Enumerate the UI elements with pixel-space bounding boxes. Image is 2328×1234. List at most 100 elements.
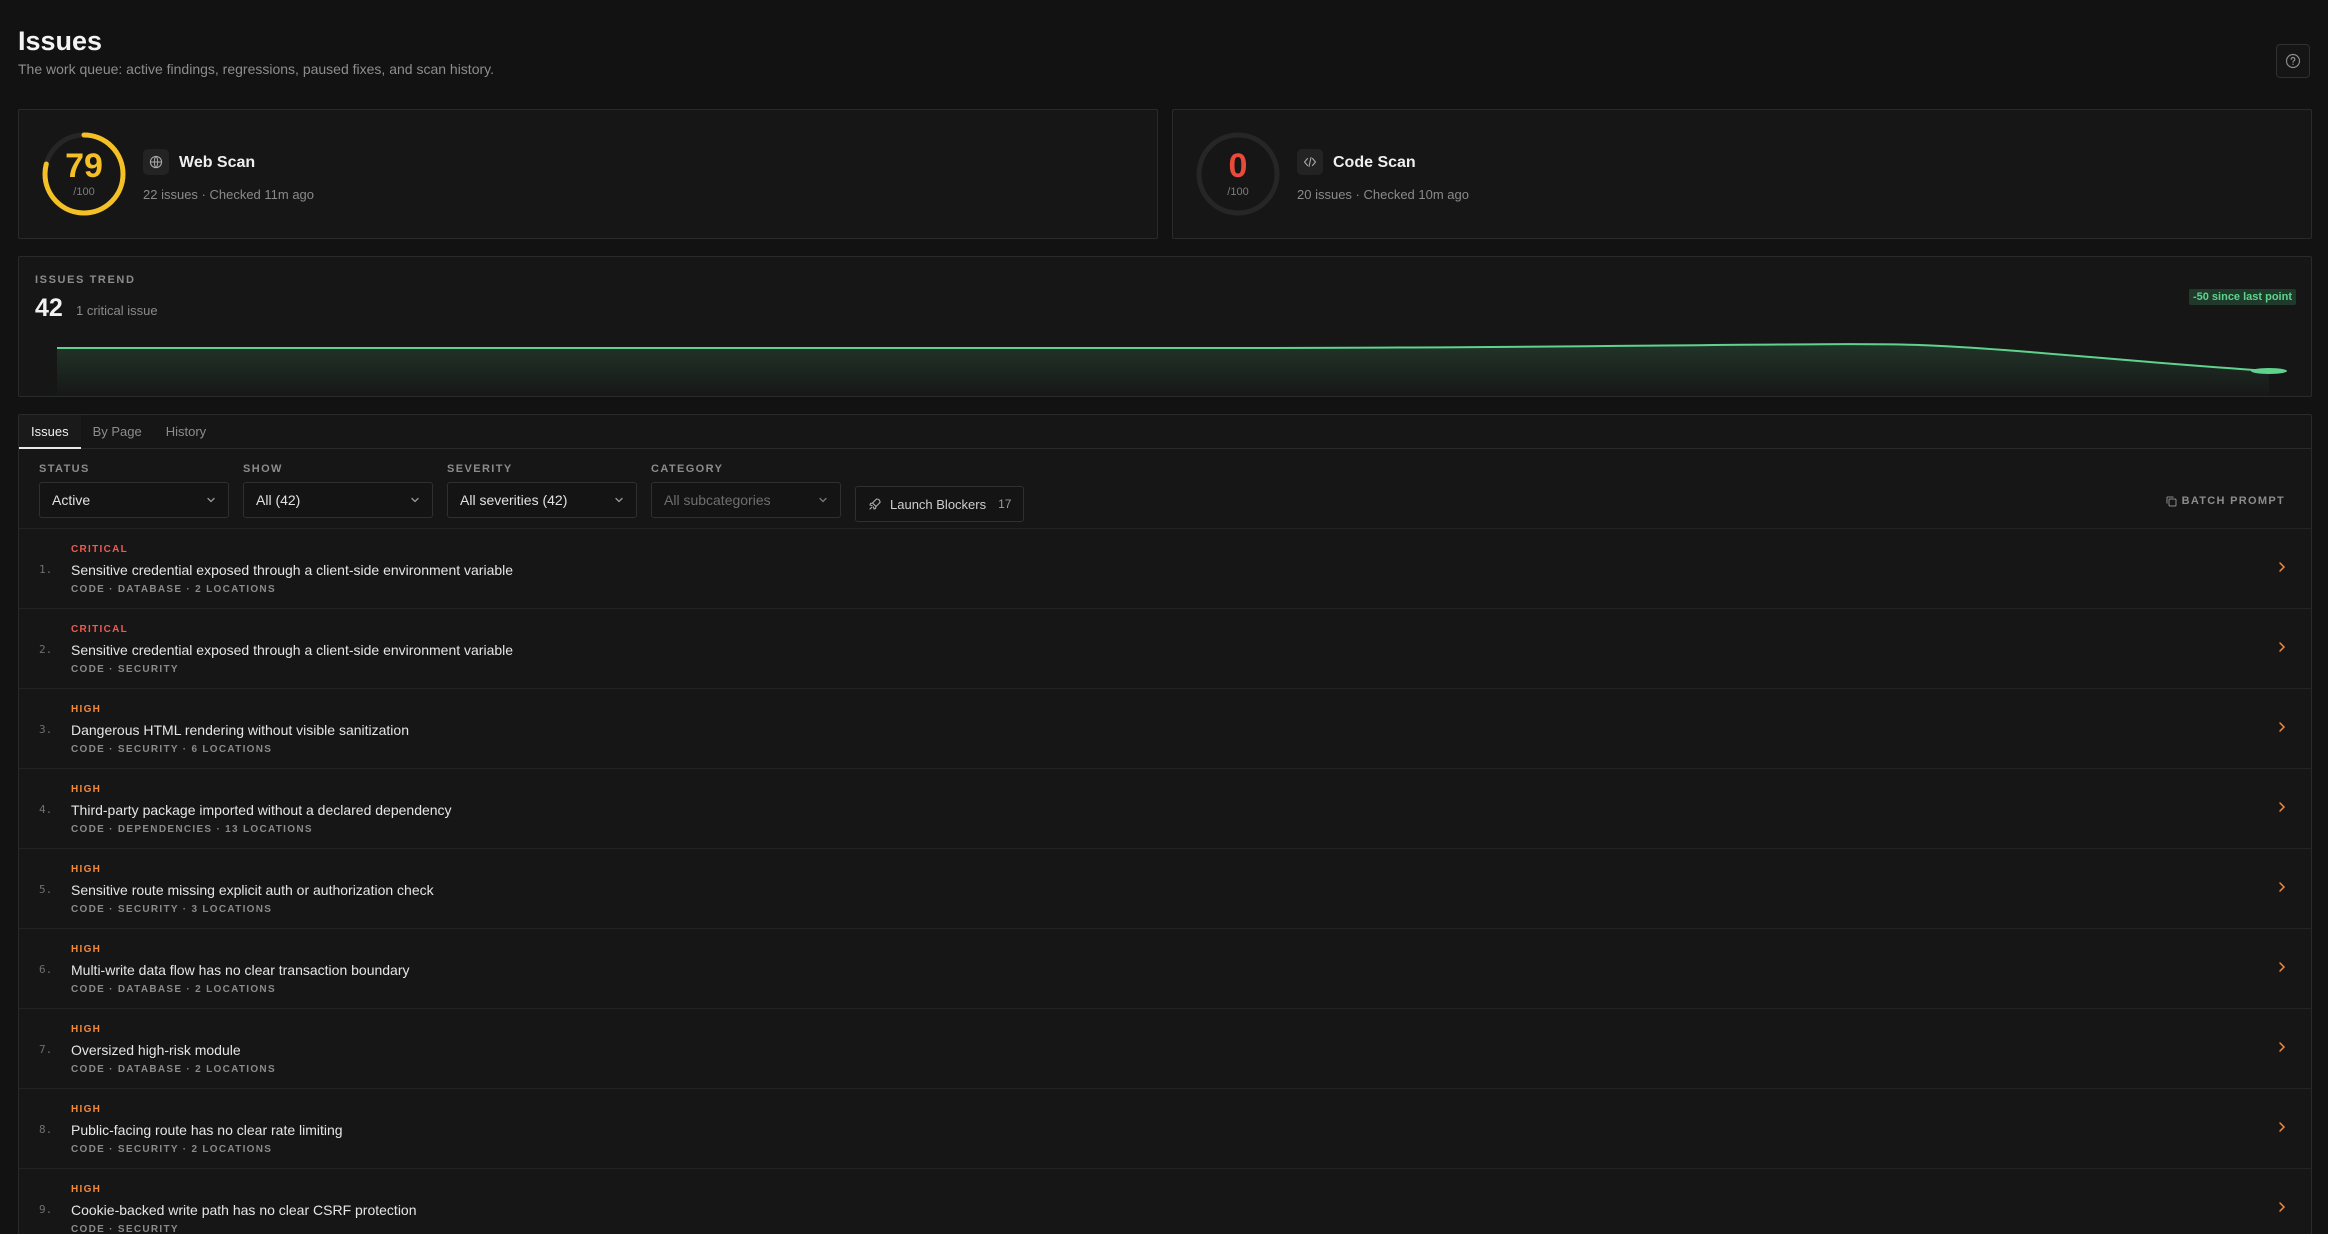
severity-select-value: All severities (42) [460, 492, 568, 508]
issue-title: Sensitive route missing explicit auth or… [71, 882, 434, 898]
copy-icon [2166, 496, 2177, 506]
severity-filter: SEVERITY All severities (42) [447, 463, 637, 518]
chevron-down-icon [819, 497, 827, 503]
code-scan-name: Code Scan [1333, 154, 1416, 171]
chevron-right-icon [2279, 642, 2286, 652]
severity-filter-label: SEVERITY [447, 463, 513, 475]
trend-delta-badge: -50 since last point [2188, 289, 2296, 305]
chevron-down-icon [207, 497, 215, 503]
chevron-right-icon [2279, 1202, 2286, 1212]
web-scan-score-ring: 79 /100 [41, 131, 127, 217]
trend-area [57, 344, 2269, 396]
scan-summary-row: 79 /100 Web Scan 22 issues · Checked 11m… [18, 109, 2312, 239]
issue-meta: CODE · DATABASE · 2 LOCATIONS [71, 584, 276, 595]
issue-index: 5. [39, 883, 53, 896]
tab-issues[interactable]: Issues [19, 415, 81, 449]
severity-select[interactable]: All severities (42) [447, 482, 637, 518]
issue-row[interactable]: 2. CRITICAL Sensitive credential exposed… [19, 609, 2311, 689]
issue-meta: CODE · SECURITY [71, 664, 179, 675]
category-filter: CATEGORY All subcategories [651, 463, 841, 518]
issue-row[interactable]: 4. HIGH Third-party package imported wit… [19, 769, 2311, 849]
trend-note: 1 critical issue [76, 303, 158, 318]
issue-index: 7. [39, 1043, 53, 1056]
issue-severity: HIGH [71, 1104, 102, 1115]
web-scan-card[interactable]: 79 /100 Web Scan 22 issues · Checked 11m… [18, 109, 1158, 239]
batch-prompt-button[interactable]: BATCH PROMPT [2166, 495, 2285, 507]
status-select-value: Active [52, 492, 91, 508]
issue-index: 2. [39, 643, 53, 656]
issue-title: Sensitive credential exposed through a c… [71, 642, 514, 658]
issues-trend-chart [57, 343, 2287, 396]
show-filter: SHOW All (42) [243, 463, 433, 518]
issue-row[interactable]: 5. HIGH Sensitive route missing explicit… [19, 849, 2311, 929]
issue-row[interactable]: 3. HIGH Dangerous HTML rendering without… [19, 689, 2311, 769]
code-icon [1297, 149, 1323, 175]
show-select[interactable]: All (42) [243, 482, 433, 518]
issue-title: Sensitive credential exposed through a c… [71, 562, 514, 578]
issue-severity: HIGH [71, 1184, 102, 1195]
issue-title: Third-party package imported without a d… [71, 802, 452, 818]
trend-last-point [2251, 368, 2287, 374]
status-filter-label: STATUS [39, 463, 90, 475]
issue-row[interactable]: 1. CRITICAL Sensitive credential exposed… [19, 529, 2311, 609]
launch-blockers-label: Launch Blockers [890, 496, 987, 512]
web-scan-score-max: /100 [73, 186, 95, 198]
issue-meta: CODE · SECURITY [71, 1224, 179, 1234]
code-scan-card[interactable]: 0 /100 Code Scan 20 issues · Checked 10m… [1172, 109, 2312, 239]
status-select[interactable]: Active [39, 482, 229, 518]
issue-index: 8. [39, 1123, 53, 1136]
issue-severity: HIGH [71, 1024, 102, 1035]
show-select-value: All (42) [256, 492, 301, 508]
launch-blockers-count: 17 [998, 497, 1012, 511]
issue-meta: CODE · DATABASE · 2 LOCATIONS [71, 984, 276, 995]
web-scan-score: 79 [65, 147, 103, 185]
issue-index: 1. [39, 563, 53, 576]
chevron-right-icon [2279, 1042, 2286, 1052]
launch-blockers-button[interactable]: Launch Blockers 17 [855, 486, 1025, 522]
issue-title: Multi-write data flow has no clear trans… [71, 962, 410, 978]
chevron-right-icon [2279, 722, 2286, 732]
issue-index: 6. [39, 963, 53, 976]
issue-title: Oversized high-risk module [71, 1042, 241, 1058]
web-scan-meta: 22 issues · Checked 11m ago [143, 187, 315, 202]
help-icon [2285, 53, 2301, 69]
issue-severity: CRITICAL [71, 544, 129, 555]
issue-severity: HIGH [71, 704, 102, 715]
chevron-right-icon [2279, 802, 2286, 812]
issue-row[interactable]: 7. HIGH Oversized high-risk module CODE … [19, 1009, 2311, 1089]
issue-index: 3. [39, 723, 53, 736]
issues-trend-card: ISSUES TREND 42 1 critical issue -50 sin… [18, 256, 2312, 397]
tab-history[interactable]: History [154, 415, 218, 449]
issue-index: 4. [39, 803, 53, 816]
web-scan-name: Web Scan [179, 154, 256, 171]
issue-title: Public-facing route has no clear rate li… [71, 1122, 343, 1138]
page-subtitle: The work queue: active findings, regress… [18, 61, 494, 77]
issue-row[interactable]: 6. HIGH Multi-write data flow has no cle… [19, 929, 2311, 1009]
show-filter-label: SHOW [243, 463, 283, 475]
issue-row[interactable]: 9. HIGH Cookie-backed write path has no … [19, 1169, 2311, 1234]
issue-severity: HIGH [71, 944, 102, 955]
tab-bar: Issues By Page History [19, 415, 2311, 449]
rocket-icon [869, 498, 881, 510]
issue-index: 9. [39, 1203, 53, 1216]
issues-panel: Issues By Page History STATUS Active SHO… [18, 414, 2312, 1234]
category-filter-label: CATEGORY [651, 463, 724, 475]
issue-meta: CODE · DEPENDENCIES · 13 LOCATIONS [71, 824, 313, 835]
issue-list: 1. CRITICAL Sensitive credential exposed… [19, 529, 2311, 1234]
issue-meta: CODE · SECURITY · 2 LOCATIONS [71, 1144, 273, 1155]
batch-prompt-label: BATCH PROMPT [2181, 495, 2285, 507]
issue-row[interactable]: 8. HIGH Public-facing route has no clear… [19, 1089, 2311, 1169]
issue-severity: CRITICAL [71, 624, 129, 635]
issue-meta: CODE · SECURITY · 3 LOCATIONS [71, 904, 273, 915]
issue-meta: CODE · SECURITY · 6 LOCATIONS [71, 744, 273, 755]
tab-by-page[interactable]: By Page [81, 415, 154, 449]
help-button[interactable] [2276, 44, 2310, 78]
globe-icon [143, 149, 169, 175]
chevron-down-icon [411, 497, 419, 503]
chevron-right-icon [2279, 562, 2286, 572]
category-select[interactable]: All subcategories [651, 482, 841, 518]
chevron-down-icon [615, 497, 623, 503]
issue-severity: HIGH [71, 864, 102, 875]
chevron-right-icon [2279, 962, 2286, 972]
filter-bar: STATUS Active SHOW All (42) SEVERITY All… [19, 449, 2311, 529]
